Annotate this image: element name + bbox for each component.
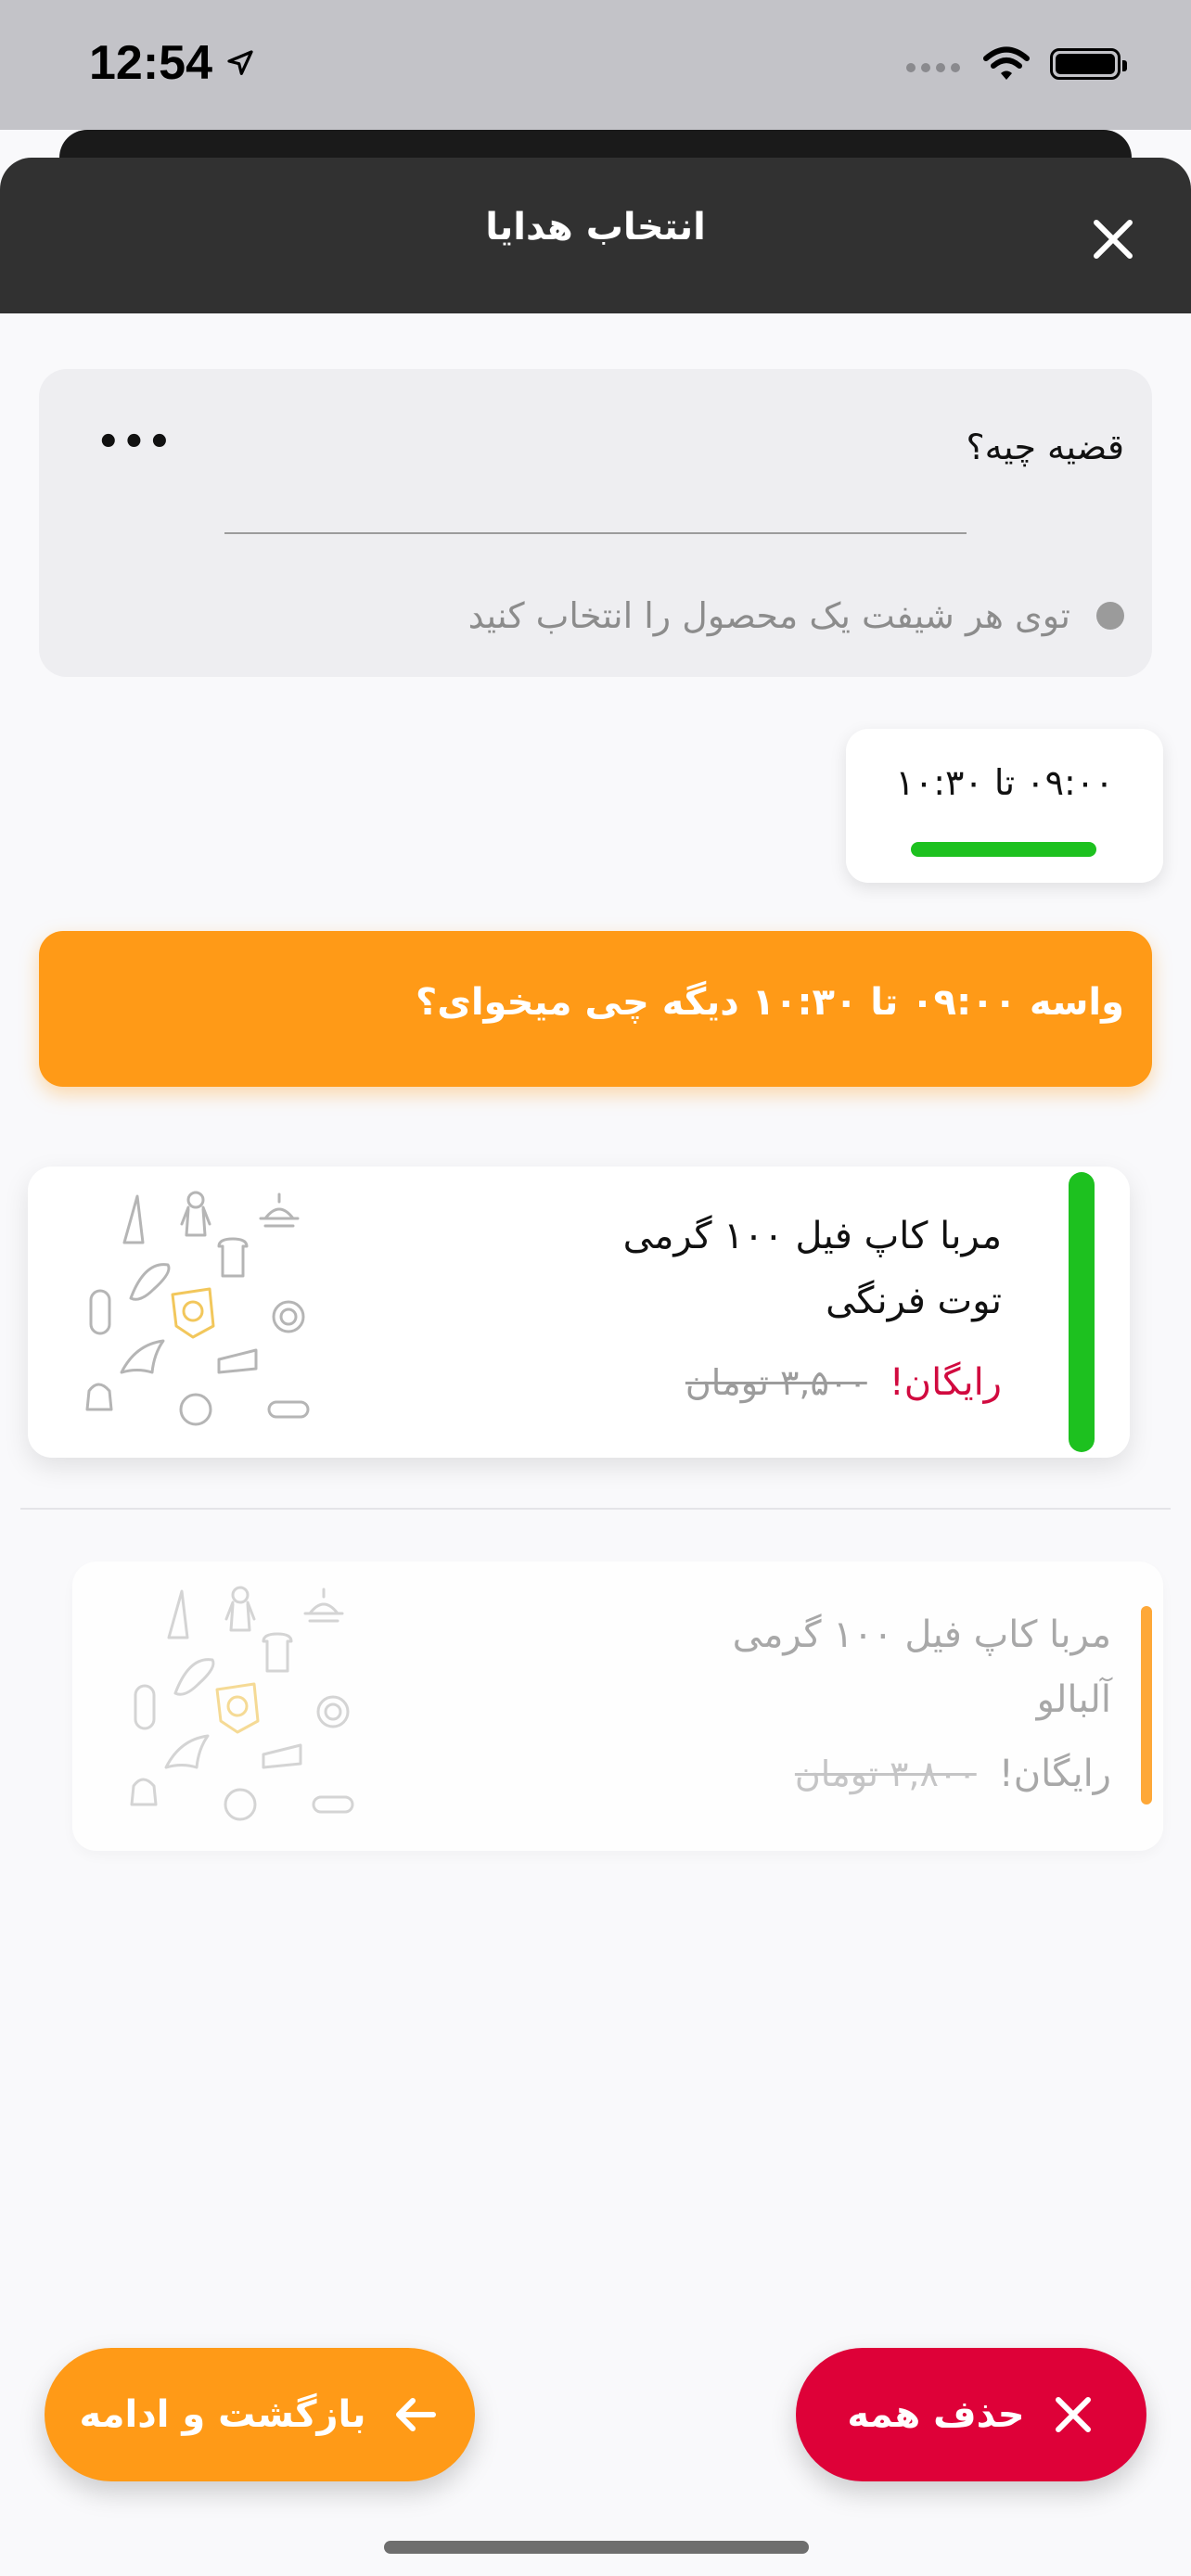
status-time: 12:54 [89, 36, 212, 90]
list-divider [20, 1508, 1171, 1510]
bakery-illustration-icon [130, 1586, 354, 1821]
product-name-line2: آلبالو [1036, 1678, 1111, 1721]
home-indicator [384, 2541, 809, 2554]
bullet-dot-icon [1096, 602, 1124, 630]
info-divider [224, 532, 967, 534]
free-label: رایگان! [889, 1361, 1002, 1404]
shift-selected-indicator [911, 842, 1096, 857]
location-arrow-icon [227, 50, 253, 75]
page-title: انتخاب هدایا [485, 206, 706, 249]
info-title: قضیه چیه؟ [966, 427, 1124, 467]
modal-header: انتخاب هدایا [0, 158, 1191, 313]
product-name-line2: توت فرنگی [826, 1280, 1002, 1322]
delete-all-button[interactable]: حذف همه [796, 2348, 1146, 2481]
shift-tab-label: ۰۹:۰۰ تا ۱۰:۳۰ [895, 762, 1114, 803]
back-continue-button[interactable]: بازگشت و ادامه [45, 2348, 475, 2481]
product-name: مربا کاپ فیل ۱۰۰ گرمی آلبالو [733, 1602, 1111, 1732]
info-bullet-text: توی هر شیفت یک محصول را انتخاب کنید [467, 595, 1070, 636]
pending-indicator [1141, 1606, 1152, 1804]
free-label: رایگان! [998, 1753, 1111, 1795]
selected-indicator [1069, 1172, 1095, 1452]
product-name-line1: مربا کاپ فیل ۱۰۰ گرمی [622, 1215, 1002, 1257]
close-icon [1055, 2397, 1091, 2432]
price-row: ۳,۵۰۰ تومان رایگان! [685, 1361, 1002, 1404]
product-card[interactable]: مربا کاپ فیل ۱۰۰ گرمی توت فرنگی ۳,۵۰۰ تو… [28, 1167, 1130, 1458]
status-time-group: 12:54 [89, 35, 255, 91]
price-row: ۳,۸۰۰ تومان رایگان! [795, 1753, 1111, 1795]
status-icons [905, 46, 1127, 82]
shift-banner-text: واسه ۰۹:۰۰ تا ۱۰:۳۰ دیگه چی میخوای؟ [415, 981, 1124, 1024]
info-bullet: توی هر شیفت یک محصول را انتخاب کنید [468, 595, 1124, 636]
info-card: قضیه چیه؟ ••• توی هر شیفت یک محصول را ان… [39, 369, 1152, 677]
shift-tab[interactable]: ۰۹:۰۰ تا ۱۰:۳۰ [846, 729, 1163, 883]
status-bar: 12:54 [0, 0, 1191, 130]
more-options-icon[interactable]: ••• [96, 421, 173, 464]
old-price: ۳,۸۰۰ تومان [794, 1753, 977, 1794]
shift-banner: واسه ۰۹:۰۰ تا ۱۰:۳۰ دیگه چی میخوای؟ [39, 931, 1152, 1087]
close-icon[interactable] [1087, 213, 1139, 265]
back-continue-label: بازگشت و ادامه [79, 2393, 366, 2436]
product-card[interactable]: مربا کاپ فیل ۱۰۰ گرمی آلبالو ۳,۸۰۰ تومان… [72, 1562, 1163, 1851]
product-name-line1: مربا کاپ فیل ۱۰۰ گرمی [732, 1613, 1111, 1656]
cellular-signal-icon [906, 63, 960, 72]
delete-all-label: حذف همه [847, 2393, 1025, 2436]
product-name: مربا کاپ فیل ۱۰۰ گرمی توت فرنگی [623, 1204, 1002, 1333]
old-price: ۳,۵۰۰ تومان [685, 1362, 867, 1403]
bakery-illustration-icon [85, 1191, 310, 1426]
arrow-left-icon [395, 2398, 436, 2431]
wifi-icon [983, 46, 1030, 80]
battery-icon [1050, 48, 1127, 80]
